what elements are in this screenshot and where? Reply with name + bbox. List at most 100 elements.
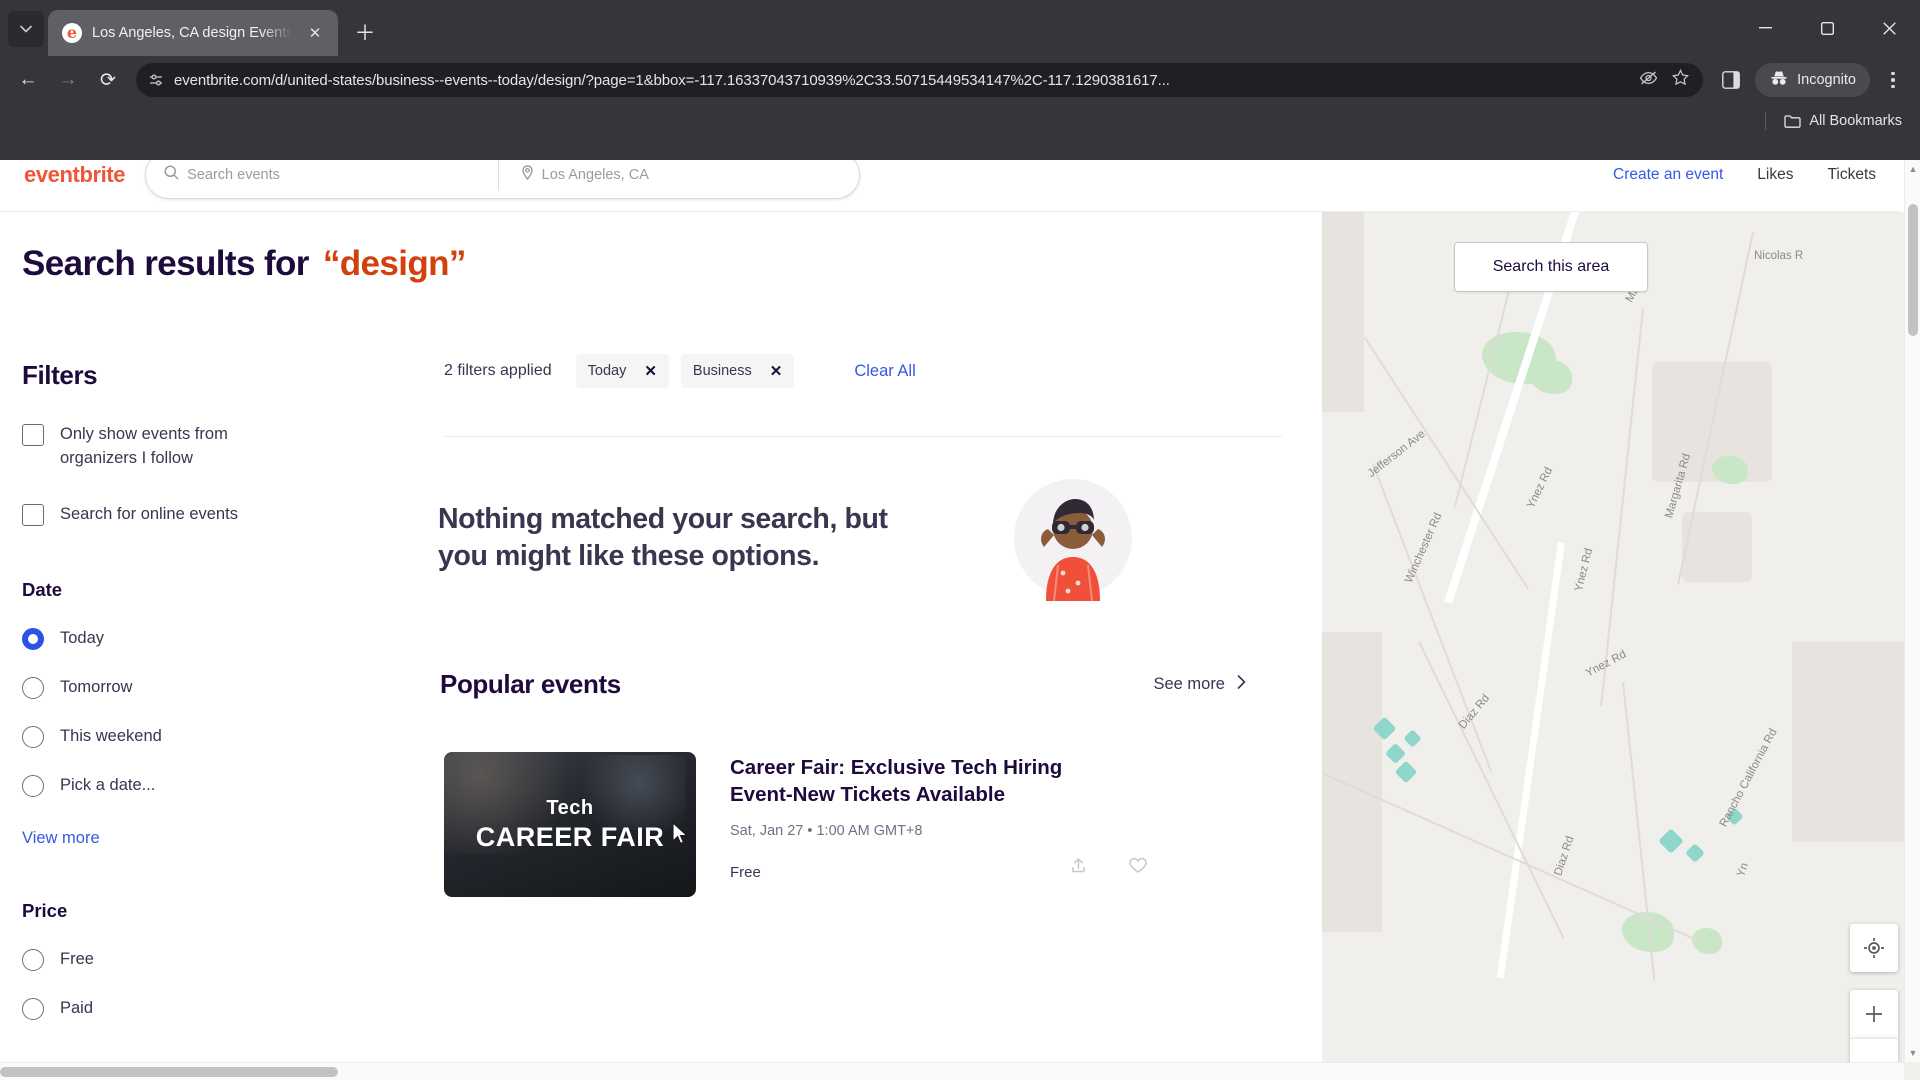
price-option-label: Paid bbox=[60, 999, 94, 1018]
address-bar[interactable]: eventbrite.com/d/united-states/business-… bbox=[136, 63, 1704, 97]
site-search-bar[interactable]: Search events Los Angeles, CA bbox=[145, 160, 861, 199]
scrollbar-thumb[interactable] bbox=[1908, 204, 1918, 336]
my-location-icon[interactable] bbox=[1850, 924, 1898, 972]
event-card[interactable]: Tech CAREER FAIR Career Fair: Exclusive … bbox=[444, 752, 1282, 897]
clear-all-button[interactable]: Clear All bbox=[854, 362, 915, 381]
radio-icon[interactable] bbox=[22, 948, 44, 971]
bookmarks-bar: All Bookmarks bbox=[0, 104, 1920, 138]
radio-icon[interactable] bbox=[22, 997, 44, 1020]
filter-checkbox-online-events[interactable]: Search for online events bbox=[22, 503, 410, 527]
zoom-in-button[interactable] bbox=[1850, 990, 1898, 1038]
share-icon[interactable] bbox=[1070, 857, 1087, 879]
price-option-paid[interactable]: Paid bbox=[22, 997, 410, 1020]
checkbox-label: Only show events from organizers I follo… bbox=[60, 425, 228, 467]
results-main-column: 2 filters applied Today ✕ Business ✕ Cle… bbox=[410, 298, 1322, 1020]
close-icon[interactable]: ✕ bbox=[770, 362, 783, 380]
event-info: Career Fair: Exclusive Tech Hiring Event… bbox=[730, 752, 1282, 897]
search-this-area-button[interactable]: Search this area bbox=[1454, 242, 1648, 292]
page-title-prefix: Search results for bbox=[22, 244, 309, 283]
radio-icon[interactable] bbox=[22, 774, 44, 797]
back-arrow-icon[interactable]: ← bbox=[10, 62, 46, 98]
search-icon bbox=[164, 165, 179, 184]
scroll-down-arrow[interactable]: ▼ bbox=[1905, 1044, 1920, 1062]
page-settings-icon[interactable] bbox=[148, 72, 164, 88]
date-option-this-weekend[interactable]: This weekend bbox=[22, 725, 410, 748]
header-links: Create an event Likes Tickets bbox=[1613, 166, 1876, 184]
maximize-icon[interactable] bbox=[1796, 0, 1858, 56]
radio-icon[interactable] bbox=[22, 627, 44, 650]
create-event-link[interactable]: Create an event bbox=[1613, 166, 1723, 184]
map-label: Rancho California Rd bbox=[1717, 726, 1780, 830]
popular-events-heading: Popular events bbox=[440, 669, 621, 699]
browser-window: e Los Angeles, CA design Events ✕ ＋ ← → … bbox=[0, 0, 1920, 1080]
scrollbar-thumb[interactable] bbox=[0, 1067, 338, 1077]
checkbox-icon[interactable] bbox=[22, 503, 44, 526]
vertical-scrollbar[interactable]: ▲ ▼ bbox=[1904, 160, 1920, 1062]
price-option-label: Free bbox=[60, 950, 94, 969]
site-header: eventbrite Search events Los Angeles, CA bbox=[0, 160, 1900, 212]
see-more-button[interactable]: See more bbox=[1153, 675, 1246, 694]
minimize-icon[interactable] bbox=[1734, 0, 1796, 56]
event-title[interactable]: Career Fair: Exclusive Tech Hiring Event… bbox=[730, 754, 1130, 809]
horizontal-scrollbar[interactable] bbox=[0, 1062, 1904, 1080]
browser-toolbar: ← → ⟳ eventbrite.com/d/united-states/bus… bbox=[0, 56, 1920, 104]
filter-chip-business[interactable]: Business ✕ bbox=[680, 354, 795, 388]
tab-search-button[interactable] bbox=[8, 11, 44, 47]
filters-sidebar: Filters Only show events from organizers… bbox=[0, 298, 410, 1020]
all-bookmarks-button[interactable]: All Bookmarks bbox=[1784, 113, 1902, 129]
event-thumbnail[interactable]: Tech CAREER FAIR bbox=[444, 752, 696, 897]
window-controls bbox=[1734, 0, 1920, 56]
eye-slash-icon[interactable] bbox=[1639, 70, 1658, 91]
three-dot-menu-icon[interactable] bbox=[1876, 63, 1910, 97]
radio-icon[interactable] bbox=[22, 725, 44, 748]
filter-chip-today[interactable]: Today ✕ bbox=[575, 354, 669, 388]
search-input[interactable]: Search events bbox=[146, 165, 503, 184]
date-option-label: Today bbox=[60, 629, 105, 648]
map-panel[interactable]: Nicolas R Marg Jefferson Ave Ynez Rd Mar… bbox=[1322, 212, 1920, 1080]
event-actions bbox=[1070, 857, 1282, 879]
date-option-today[interactable]: Today bbox=[22, 627, 410, 650]
checkbox-label: Search for online events bbox=[60, 504, 238, 523]
date-option-label: Tomorrow bbox=[60, 678, 133, 697]
checkbox-icon[interactable] bbox=[22, 424, 44, 446]
date-view-more-link[interactable]: View more bbox=[22, 829, 100, 848]
applied-filters-row: 2 filters applied Today ✕ Business ✕ Cle… bbox=[426, 354, 1282, 388]
incognito-label: Incognito bbox=[1797, 72, 1856, 88]
date-option-tomorrow[interactable]: Tomorrow bbox=[22, 676, 410, 699]
star-icon[interactable] bbox=[1672, 68, 1690, 91]
tickets-link[interactable]: Tickets bbox=[1827, 166, 1876, 184]
applied-filters-count: 2 filters applied bbox=[444, 362, 552, 379]
plus-icon[interactable]: ＋ bbox=[348, 15, 382, 49]
incognito-indicator[interactable]: Incognito bbox=[1755, 63, 1870, 97]
filters-heading: Filters bbox=[22, 360, 98, 390]
eventbrite-logo[interactable]: eventbrite bbox=[24, 162, 126, 188]
empty-state-message: Nothing matched your search, but you mig… bbox=[438, 502, 888, 572]
date-option-label: This weekend bbox=[60, 727, 162, 746]
map-label: Diaz Rd bbox=[1552, 834, 1577, 878]
map-label: Jefferson Ave bbox=[1365, 427, 1428, 481]
map-label: Ynez Rd bbox=[1524, 465, 1556, 511]
close-icon[interactable]: ✕ bbox=[644, 362, 657, 380]
scroll-up-arrow[interactable]: ▲ bbox=[1905, 160, 1920, 178]
divider bbox=[498, 160, 500, 190]
page-title: Search results for “design” bbox=[0, 212, 1322, 284]
window-close-icon[interactable] bbox=[1858, 0, 1920, 56]
map-label: Ynez Rd bbox=[1572, 547, 1596, 593]
forward-arrow-icon[interactable]: → bbox=[50, 62, 86, 98]
divider bbox=[1765, 112, 1767, 130]
url-text: eventbrite.com/d/united-states/business-… bbox=[174, 71, 1170, 89]
location-input[interactable]: Los Angeles, CA bbox=[503, 165, 860, 184]
date-option-pick-a-date[interactable]: Pick a date... bbox=[22, 774, 410, 797]
empty-state: Nothing matched your search, but you mig… bbox=[426, 437, 1282, 603]
close-icon[interactable]: ✕ bbox=[302, 20, 328, 46]
browser-tab[interactable]: e Los Angeles, CA design Events ✕ bbox=[48, 10, 338, 56]
incognito-icon bbox=[1769, 70, 1789, 90]
reload-icon[interactable]: ⟳ bbox=[90, 62, 126, 98]
likes-link[interactable]: Likes bbox=[1757, 166, 1793, 184]
price-option-free[interactable]: Free bbox=[22, 948, 410, 971]
radio-icon[interactable] bbox=[22, 676, 44, 699]
side-panel-icon[interactable] bbox=[1713, 62, 1749, 98]
filter-checkbox-organizers-i-follow[interactable]: Only show events from organizers I follo… bbox=[22, 423, 410, 471]
date-group-heading: Date bbox=[22, 578, 63, 600]
heart-icon[interactable] bbox=[1129, 857, 1147, 879]
